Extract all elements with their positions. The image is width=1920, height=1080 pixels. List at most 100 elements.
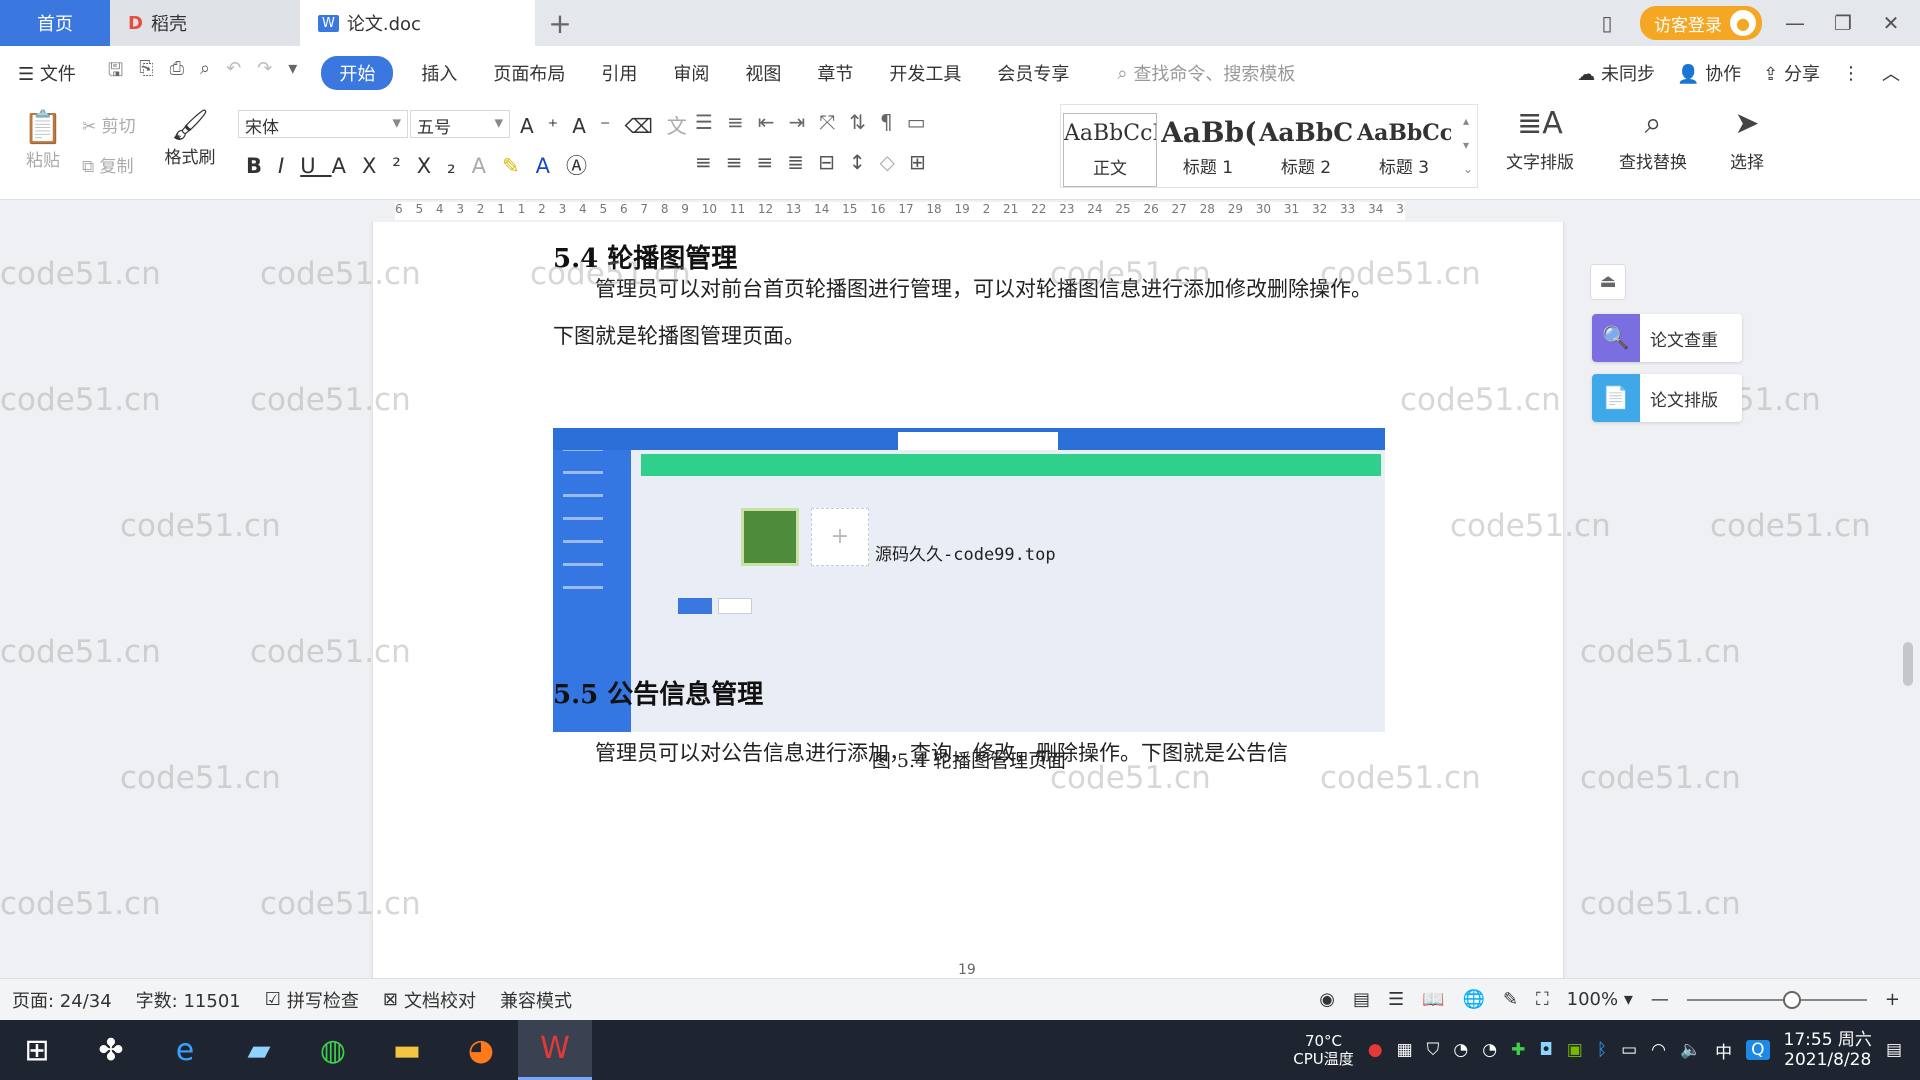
grow-font-icon[interactable]: A⁺ xyxy=(520,114,572,138)
collapse-ribbon-icon[interactable]: ︿ xyxy=(1882,60,1900,86)
command-search[interactable]: ⌕ 查找命令、搜索模板 xyxy=(1117,60,1295,86)
tray-qq-icon[interactable]: ◔ xyxy=(1453,1040,1468,1060)
italic-icon[interactable]: I xyxy=(278,154,300,178)
find-replace-button[interactable]: ⌕ 查找替换 xyxy=(1608,106,1698,173)
clock[interactable]: 17:55 周六 2021/8/28 xyxy=(1784,1030,1872,1070)
battery-icon[interactable]: ▭ xyxy=(1621,1040,1637,1060)
share-button[interactable]: ⇪ 分享 xyxy=(1763,60,1820,86)
zoom-level[interactable]: 100% ▾ xyxy=(1567,989,1633,1010)
menu-file[interactable]: ☰ 文件 xyxy=(0,60,94,86)
volume-icon[interactable]: 🔈 xyxy=(1680,1040,1701,1060)
menu-chapter[interactable]: 章节 xyxy=(799,60,871,86)
font-size-select[interactable]: 五号 ▾ xyxy=(410,110,510,138)
menu-view[interactable]: 视图 xyxy=(727,60,799,86)
underline-icon[interactable]: U xyxy=(300,154,331,178)
web-view-icon[interactable]: 🌐 xyxy=(1463,989,1485,1010)
show-marks-icon[interactable]: ¶ xyxy=(880,110,907,134)
more-icon[interactable]: ⋮ xyxy=(1842,63,1860,84)
zoom-in-icon[interactable]: + xyxy=(1885,989,1900,1010)
collab-button[interactable]: 👤 协作 xyxy=(1677,60,1741,86)
format-painter-button[interactable]: 🖌 格式刷 xyxy=(160,108,220,168)
undo-icon[interactable]: ↶ xyxy=(226,58,241,88)
superscript-icon[interactable]: X² xyxy=(362,154,417,178)
chevron-down-icon[interactable]: ▾ xyxy=(288,58,297,88)
tray-plus-icon[interactable]: ✚ xyxy=(1511,1040,1525,1060)
tray-app-icon[interactable]: ◘ xyxy=(1539,1040,1552,1060)
restore-icon[interactable]: ❐ xyxy=(1828,11,1858,35)
proofread-button[interactable]: ⊠ 文档校对 xyxy=(371,987,488,1013)
bold-icon[interactable]: B xyxy=(246,154,278,178)
align-left-icon[interactable]: ≡ xyxy=(695,150,726,174)
subscript-icon[interactable]: X₂ xyxy=(417,154,472,178)
print-preview-icon[interactable]: ⌕ xyxy=(200,58,210,88)
bluetooth-icon[interactable]: ᛒ xyxy=(1597,1040,1607,1060)
tray-qq2-icon[interactable]: ◔ xyxy=(1482,1040,1497,1060)
paper-layout-button[interactable]: 📄 论文排版 xyxy=(1592,374,1742,422)
increase-indent-icon[interactable]: ⇥ xyxy=(788,110,819,134)
highlight-icon[interactable]: ✎ xyxy=(502,154,536,178)
menu-review[interactable]: 审阅 xyxy=(655,60,727,86)
new-tab-button[interactable]: + xyxy=(535,0,585,46)
minimize-icon[interactable]: — xyxy=(1780,11,1810,35)
decrease-indent-icon[interactable]: ⇤ xyxy=(758,110,789,134)
justify-icon[interactable]: ≣ xyxy=(787,150,818,174)
menu-member[interactable]: 会员专享 xyxy=(979,60,1087,86)
horizontal-ruler[interactable]: 6 5 4 3 2 1 1 2 3 4 5 6 7 8 9 10 11 12 1… xyxy=(0,200,1920,222)
sort-icon[interactable]: ⇅ xyxy=(849,110,880,134)
print-icon[interactable]: ⎙ xyxy=(170,58,184,88)
zoom-slider[interactable] xyxy=(1686,990,1867,1009)
file-explorer-icon[interactable]: ▬ xyxy=(370,1020,444,1080)
style-heading1[interactable]: AaBb( 标题 1 xyxy=(1161,113,1255,187)
style-heading2[interactable]: AaBbC 标题 2 xyxy=(1259,113,1353,187)
menu-page-layout[interactable]: 页面布局 xyxy=(475,60,583,86)
page-indicator[interactable]: 页面: 24/34 xyxy=(0,987,124,1013)
char-border-icon[interactable]: Ⓐ xyxy=(566,154,603,178)
select-button[interactable]: ➤ 选择 xyxy=(1712,106,1782,173)
outline-view-icon[interactable]: ☰ xyxy=(1388,989,1404,1010)
text-effect-icon[interactable]: A xyxy=(472,154,502,178)
visitor-login-button[interactable]: 访客登录 ● xyxy=(1640,6,1762,40)
tray-shield-icon[interactable]: ⛉ xyxy=(1427,1040,1440,1060)
close-icon[interactable]: ✕ xyxy=(1876,11,1906,35)
numbered-list-icon[interactable]: ≡ xyxy=(727,110,758,134)
menu-references[interactable]: 引用 xyxy=(583,60,655,86)
layout-icon[interactable]: ▯ xyxy=(1592,11,1622,35)
line-spacing-icon[interactable]: ↕ xyxy=(849,150,880,174)
document-page[interactable]: 5.4 轮播图管理 管理员可以对前台首页轮播图进行管理，可以对轮播图信息进行添加… xyxy=(373,222,1563,978)
zoom-out-icon[interactable]: — xyxy=(1651,989,1669,1010)
tab-home[interactable]: 首页 xyxy=(0,0,110,46)
menu-insert[interactable]: 插入 xyxy=(403,60,475,86)
align-center-icon[interactable]: ≡ xyxy=(726,150,757,174)
strikethrough-icon[interactable]: A xyxy=(332,154,362,178)
export-icon[interactable]: ⎘ xyxy=(139,58,153,88)
qq-input-icon[interactable]: Q xyxy=(1746,1040,1770,1060)
shrink-font-icon[interactable]: A⁻ xyxy=(572,114,624,138)
shading-icon[interactable]: ◇ xyxy=(880,150,909,174)
save-icon[interactable]: 🖫 xyxy=(108,58,123,88)
wifi-icon[interactable]: ◠ xyxy=(1651,1040,1666,1060)
scrollbar-thumb[interactable] xyxy=(1903,642,1913,686)
word-count[interactable]: 字数: 11501 xyxy=(124,987,253,1013)
ime-indicator[interactable]: 中 xyxy=(1715,1038,1732,1063)
paper-check-button[interactable]: 🔍 论文查重 xyxy=(1592,314,1742,362)
tab-document[interactable]: W 论文.doc xyxy=(300,0,535,46)
panel-collapse-button[interactable]: ⏏ xyxy=(1590,264,1626,300)
ruler-icon[interactable]: ▭ xyxy=(907,110,940,134)
page-view-icon[interactable]: ▤ xyxy=(1353,989,1370,1010)
media-app-icon[interactable]: ◕ xyxy=(444,1020,518,1080)
redo-icon[interactable]: ↷ xyxy=(257,58,272,88)
notification-icon[interactable]: ▤ xyxy=(1886,1040,1902,1060)
paste-button[interactable]: 📋 粘贴 xyxy=(18,108,68,171)
font-name-select[interactable]: 宋体 ▾ xyxy=(238,110,408,138)
cut-button[interactable]: ✂ 剪切 xyxy=(82,112,136,137)
menu-developer[interactable]: 开发工具 xyxy=(871,60,979,86)
style-normal[interactable]: AaBbCcI 正文 xyxy=(1063,113,1157,187)
font-color-icon[interactable]: A xyxy=(536,154,566,178)
menu-start[interactable]: 开始 xyxy=(321,56,394,90)
browser-360-icon[interactable]: ◍ xyxy=(296,1020,370,1080)
borders-icon[interactable]: ⊞ xyxy=(909,150,940,174)
style-heading3[interactable]: AaBbCcl 标题 3 xyxy=(1357,113,1451,187)
cpu-temp[interactable]: 70°C CPU温度 xyxy=(1293,1032,1354,1068)
spell-check-button[interactable]: ☑ 拼写检查 xyxy=(253,987,371,1013)
reading-view-icon[interactable]: 📖 xyxy=(1422,989,1444,1010)
